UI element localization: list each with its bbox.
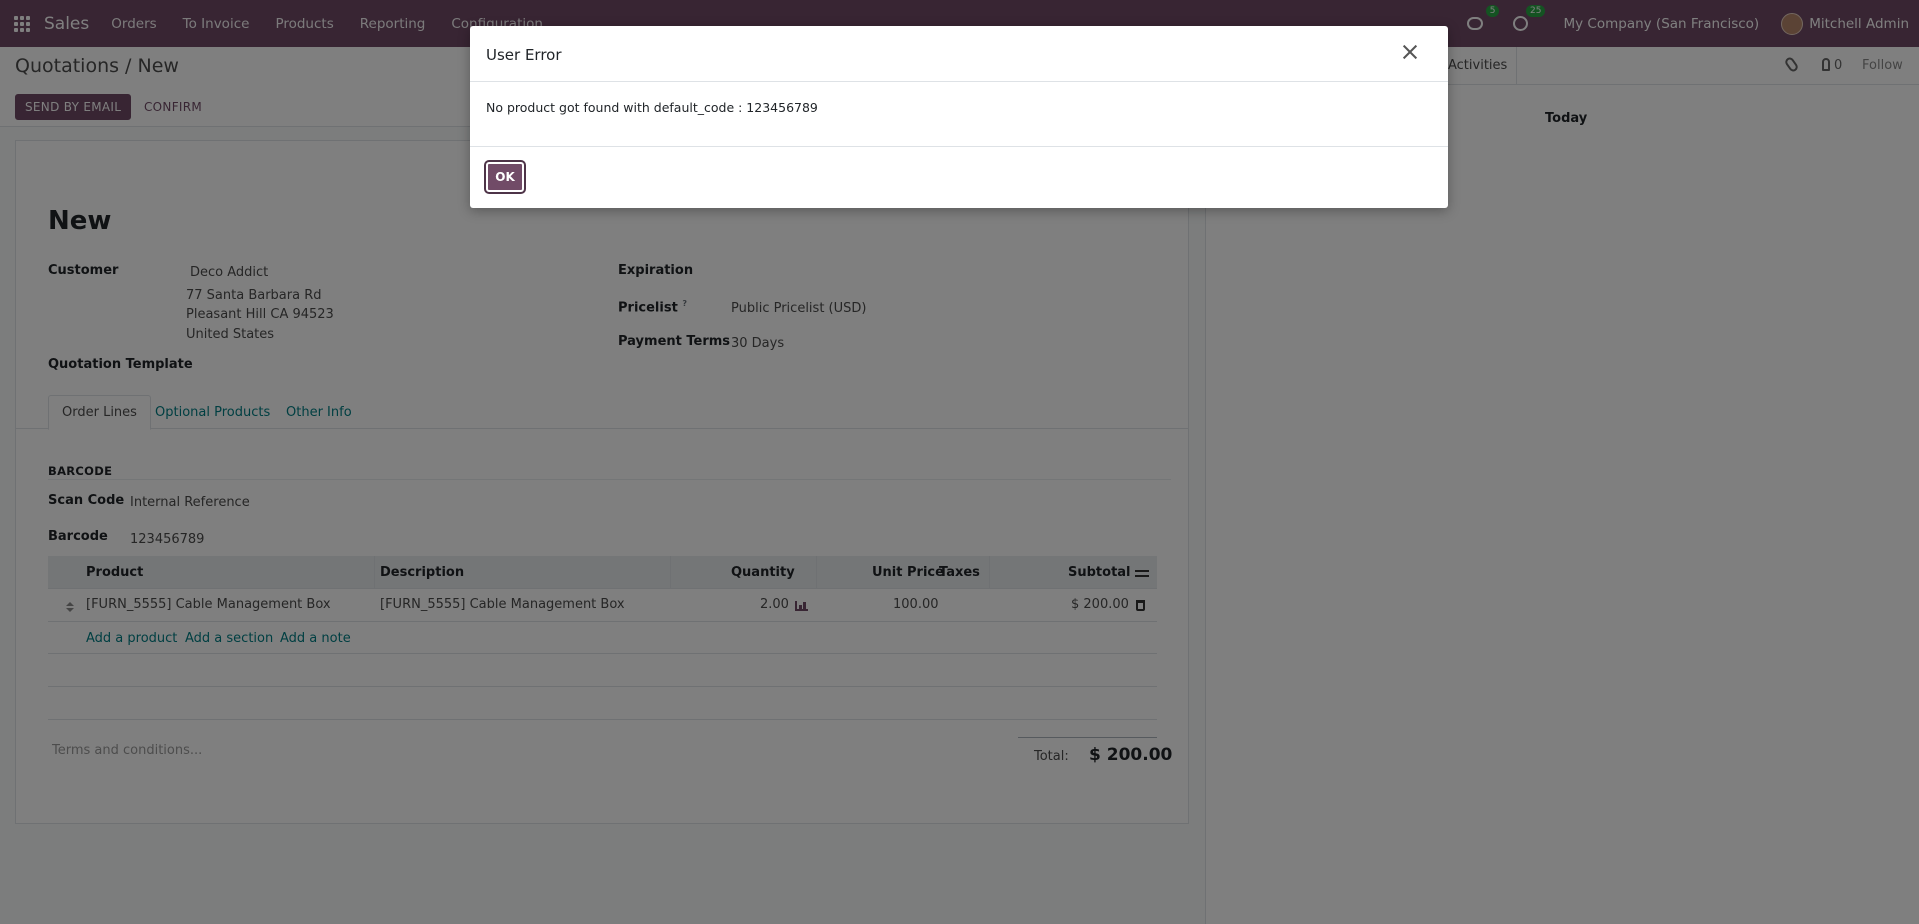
dialog-title: User Error — [486, 46, 562, 64]
user-error-dialog: User Error No product got found with def… — [470, 26, 1448, 208]
close-icon[interactable] — [1402, 44, 1418, 60]
dialog-header: User Error — [470, 26, 1448, 82]
dialog-footer: OK — [470, 146, 1448, 208]
ok-button[interactable]: OK — [486, 162, 524, 192]
dialog-message: No product got found with default_code :… — [486, 100, 818, 115]
